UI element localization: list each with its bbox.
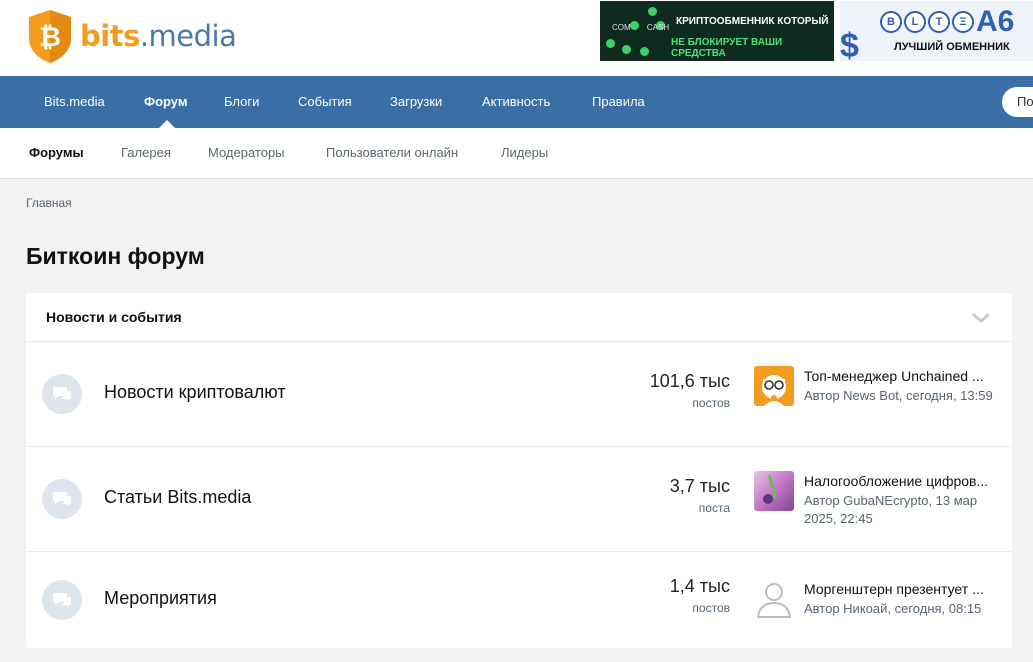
post-count: 3,7 тыс <box>669 476 730 496</box>
avatar[interactable] <box>754 366 794 406</box>
forum-title[interactable]: Новости криптовалют <box>104 382 286 403</box>
banner-tagline: ЛУЧШИЙ ОБМЕННИК <box>894 41 1010 53</box>
post-count: 101,6 тыс <box>649 371 730 391</box>
search-input[interactable]: По <box>1002 87 1033 117</box>
chevron-down-icon[interactable] <box>972 309 990 327</box>
last-post-meta: Автор Никоай, сегодня, 08:15 <box>804 601 982 616</box>
last-post-title[interactable]: Моргенштерн презентует ... <box>804 581 1002 597</box>
post-count: 1,4 тыс <box>669 576 730 596</box>
dollar-icon: $ <box>840 27 859 61</box>
nav-bits-media[interactable]: Bits.media <box>44 76 105 128</box>
subnav-gallery[interactable]: Галерея <box>121 128 171 178</box>
avatar[interactable] <box>754 471 794 511</box>
sub-nav: Форумы Галерея Модераторы Пользователи о… <box>0 128 1033 179</box>
last-post-meta: Автор News Bot, сегодня, 13:59 <box>804 388 993 403</box>
nav-rules[interactable]: Правила <box>592 76 645 128</box>
breadcrumb[interactable]: Главная <box>26 196 72 210</box>
default-user-icon[interactable] <box>754 578 794 618</box>
ad-banner-a6[interactable]: B L T Ξ A6 $ ЛУЧШИЙ ОБМЕННИК <box>840 1 1033 61</box>
section-title: Новости и события <box>46 309 182 325</box>
forum-title[interactable]: Статьи Bits.media <box>104 487 251 508</box>
forum-section: Новости и события Новости криптовалют 10… <box>26 293 1012 648</box>
post-count-label: поста <box>698 501 730 515</box>
section-header: Новости и события <box>26 293 1012 342</box>
nav-activity[interactable]: Активность <box>482 76 550 128</box>
nav-blogs[interactable]: Блоги <box>224 76 259 128</box>
coin-icon: T <box>928 11 950 33</box>
forum-chat-icon <box>42 479 82 519</box>
nav-downloads[interactable]: Загрузки <box>390 76 442 128</box>
post-count-label: постов <box>692 601 730 615</box>
subnav-forums[interactable]: Форумы <box>29 128 84 178</box>
logo-text: bits.media <box>80 19 237 53</box>
bitcoin-shield-icon: ₿ <box>29 10 71 63</box>
forum-row: Мероприятия 1,4 тыс постов Моргенштерн п… <box>26 552 1012 657</box>
post-count-label: постов <box>692 396 730 410</box>
coin-icon: Ξ <box>952 11 974 33</box>
banner-brand: A6 <box>976 5 1015 38</box>
forum-chat-icon <box>42 580 82 620</box>
active-nav-caret <box>159 120 175 128</box>
banner-com-label: COM CASH <box>612 23 670 32</box>
forum-title[interactable]: Мероприятия <box>104 588 217 609</box>
last-post-title[interactable]: Налогообложение цифров... <box>804 473 1002 489</box>
forum-chat-icon <box>42 374 82 414</box>
banner-line-1: КРИПТООБМЕННИК КОТОРЫЙ <box>676 16 829 27</box>
forum-row: Статьи Bits.media 3,7 тыс поста Налогооб… <box>26 447 1012 552</box>
nav-events[interactable]: События <box>298 76 352 128</box>
site-logo[interactable]: ₿ bits.media <box>26 8 237 64</box>
coin-icon: L <box>904 11 926 33</box>
subnav-online-users[interactable]: Пользователи онлайн <box>326 128 458 178</box>
site-header: ₿ bits.media COM CASH КРИПТООБМЕННИК КОТ… <box>0 0 1033 76</box>
subnav-leaders[interactable]: Лидеры <box>501 128 548 178</box>
subnav-moderators[interactable]: Модераторы <box>208 128 285 178</box>
last-post-meta: Автор GubaNEcrypto, 13 мар 2025, 22:45 <box>804 493 978 526</box>
banner-line-2: НЕ БЛОКИРУЕТ ВАШИ СРЕДСТВА <box>671 37 783 59</box>
svg-text:₿: ₿ <box>39 22 61 53</box>
main-nav: Bits.media Форум Блоги События Загрузки … <box>0 76 1033 128</box>
last-post-title[interactable]: Топ-менеджер Unchained ... <box>804 368 1002 384</box>
forum-row: Новости криптовалют 101,6 тыс постов Топ… <box>26 342 1012 447</box>
coin-icon: B <box>880 11 902 33</box>
ad-banner-exchange[interactable]: COM CASH КРИПТООБМЕННИК КОТОРЫЙ НЕ БЛОКИ… <box>600 1 834 61</box>
page-title: Биткоин форум <box>26 243 205 269</box>
